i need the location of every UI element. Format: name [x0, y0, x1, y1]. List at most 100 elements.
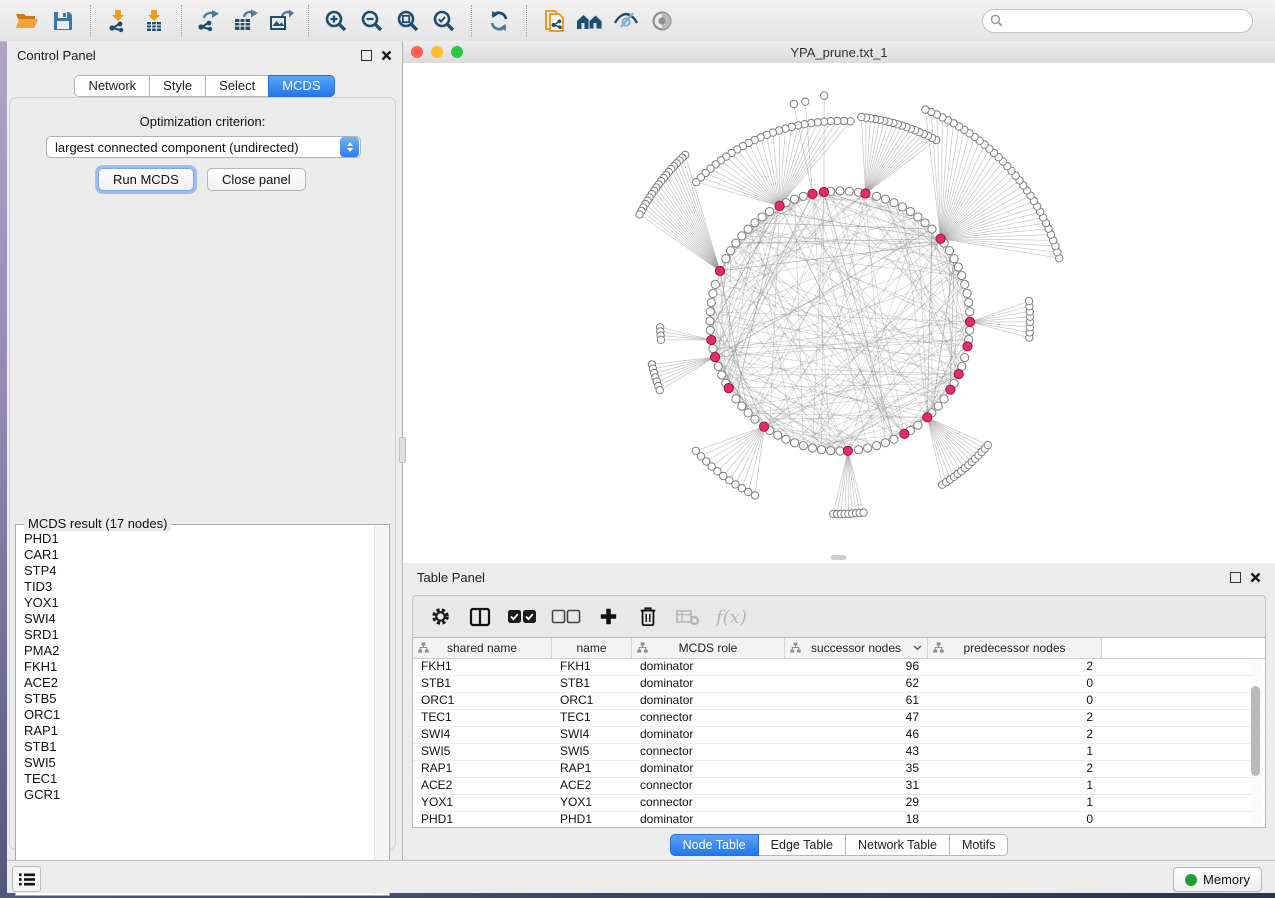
export-table-button[interactable] — [227, 5, 263, 37]
table-row[interactable]: SWI4SWI4dominator462 — [413, 727, 1265, 744]
table-settings-button[interactable] — [427, 602, 453, 632]
table-row[interactable]: FKH1FKH1dominator962 — [413, 659, 1265, 676]
select-all-button[interactable] — [507, 602, 537, 632]
mcds-result-item[interactable]: SRD1 — [17, 627, 375, 643]
table-cell: SWI5 — [552, 744, 632, 760]
task-history-button[interactable] — [12, 866, 41, 892]
mcds-result-item[interactable]: FKH1 — [17, 659, 375, 675]
mcds-result-item[interactable]: GCR1 — [17, 787, 375, 803]
column-header-name[interactable]: name — [552, 638, 632, 658]
mcds-result-item[interactable]: PMA2 — [17, 643, 375, 659]
zoom-in-button[interactable] — [318, 5, 354, 37]
column-header-successor-nodes[interactable]: successor nodes — [785, 638, 928, 658]
tab-network-table[interactable]: Network Table — [845, 834, 950, 856]
network-hscroll-thumb[interactable] — [831, 555, 846, 560]
delete-column-button[interactable] — [635, 602, 661, 632]
mcds-result-item[interactable]: PHD1 — [17, 531, 375, 547]
node-table-header: shared namenameMCDS rolesuccessor nodesp… — [413, 638, 1265, 659]
table-panel-tabs: Node TableEdge TableNetwork TableMotifs — [403, 834, 1275, 856]
open-file-button[interactable] — [9, 5, 45, 37]
mcds-result-item[interactable]: SWI5 — [17, 755, 375, 771]
mcds-list-scrollbar[interactable] — [374, 526, 388, 894]
column-header-MCDS-role[interactable]: MCDS role — [632, 638, 785, 658]
run-mcds-button[interactable]: Run MCDS — [98, 168, 194, 191]
table-row[interactable]: YOX1YOX1connector291 — [413, 795, 1265, 812]
table-cell: 35 — [785, 761, 928, 777]
eye-button[interactable] — [644, 5, 680, 37]
tab-motifs[interactable]: Motifs — [949, 834, 1008, 856]
close-table-panel-icon[interactable] — [1250, 572, 1261, 583]
table-cell: STB1 — [413, 676, 552, 692]
table-row[interactable]: ACE2ACE2connector311 — [413, 778, 1265, 795]
show-columns-button[interactable] — [467, 602, 493, 632]
mcds-result-item[interactable]: CAR1 — [17, 547, 375, 563]
mcds-result-item[interactable]: ACE2 — [17, 675, 375, 691]
tab-network[interactable]: Network — [74, 75, 150, 97]
column-header-filler — [1102, 638, 1265, 658]
mcds-result-item[interactable]: SWI4 — [17, 611, 375, 627]
table-scrollbar-thumb[interactable] — [1251, 686, 1260, 776]
close-panel-button[interactable]: Close panel — [207, 168, 306, 191]
mcds-result-item[interactable]: YOX1 — [17, 595, 375, 611]
table-cell: 2 — [928, 710, 1102, 726]
table-cell: SWI4 — [413, 727, 552, 743]
table-row[interactable]: PHD1PHD1dominator180 — [413, 812, 1265, 828]
table-cell: dominator — [632, 659, 785, 675]
table-row[interactable]: TEC1TEC1connector472 — [413, 710, 1265, 727]
network-canvas[interactable] — [403, 63, 1275, 563]
add-column-button[interactable] — [595, 602, 621, 632]
panel-splitter-handle[interactable] — [399, 437, 406, 463]
control-panel-tabs: NetworkStyleSelectMCDS — [7, 75, 402, 97]
mcds-result-item[interactable]: STP4 — [17, 563, 375, 579]
mcds-result-item[interactable]: STB1 — [17, 739, 375, 755]
float-panel-icon[interactable] — [361, 50, 372, 61]
table-cell: connector — [632, 795, 785, 811]
optimization-criterion-select[interactable]: largest connected component (undirected) — [46, 136, 361, 158]
mcds-result-item[interactable]: RAP1 — [17, 723, 375, 739]
mcds-result-item[interactable]: TEC1 — [17, 771, 375, 787]
zoom-selected-button[interactable] — [426, 5, 462, 37]
tab-node-table[interactable]: Node Table — [670, 834, 759, 856]
table-cell: connector — [632, 778, 785, 794]
deselect-all-button[interactable] — [551, 602, 581, 632]
memory-button[interactable]: Memory — [1173, 867, 1262, 892]
mcds-tab-content: Optimization criterion: largest connecte… — [9, 97, 396, 850]
import-network-button[interactable] — [100, 5, 136, 37]
table-cell: connector — [632, 744, 785, 760]
network-window-title: YPA_prune.txt_1 — [403, 45, 1275, 60]
table-cell: 18 — [785, 812, 928, 828]
mcds-result-item[interactable]: STB5 — [17, 691, 375, 707]
table-cell: YOX1 — [413, 795, 552, 811]
save-button[interactable] — [45, 5, 81, 37]
table-row[interactable]: SWI5SWI5connector431 — [413, 744, 1265, 761]
zoom-fit-button[interactable] — [390, 5, 426, 37]
table-row[interactable]: STB1STB1dominator620 — [413, 676, 1265, 693]
mcds-result-item[interactable]: ORC1 — [17, 707, 375, 723]
export-image-button[interactable] — [263, 5, 299, 37]
new-network-from-file-button[interactable] — [536, 5, 572, 37]
tab-mcds[interactable]: MCDS — [268, 75, 334, 97]
home-button[interactable] — [572, 5, 608, 37]
mcds-result-list[interactable]: PHD1CAR1STP4TID3YOX1SWI4SRD1PMA2FKH1ACE2… — [17, 531, 375, 894]
table-row[interactable]: RAP1RAP1dominator352 — [413, 761, 1265, 778]
import-table-button[interactable] — [136, 5, 172, 37]
table-cell: 43 — [785, 744, 928, 760]
network-window-titlebar[interactable]: YPA_prune.txt_1 — [403, 41, 1275, 64]
search-input[interactable] — [1008, 13, 1252, 29]
table-scrollbar-track[interactable] — [1252, 660, 1263, 825]
mcds-result-item[interactable]: TID3 — [17, 579, 375, 595]
close-panel-icon[interactable] — [381, 50, 392, 61]
tab-edge-table[interactable]: Edge Table — [758, 834, 846, 856]
tab-style[interactable]: Style — [149, 75, 206, 97]
column-header-shared-name[interactable]: shared name — [413, 638, 552, 658]
tab-select[interactable]: Select — [205, 75, 269, 97]
float-table-panel-icon[interactable] — [1230, 572, 1241, 583]
column-header-predecessor-nodes[interactable]: predecessor nodes — [928, 638, 1102, 658]
table-row[interactable]: ORC1ORC1dominator610 — [413, 693, 1265, 710]
table-cell: FKH1 — [552, 659, 632, 675]
hide-eye-button[interactable] — [608, 5, 644, 37]
refresh-button[interactable] — [481, 5, 517, 37]
search-field[interactable] — [982, 9, 1253, 33]
zoom-out-button[interactable] — [354, 5, 390, 37]
export-network-button[interactable] — [191, 5, 227, 37]
